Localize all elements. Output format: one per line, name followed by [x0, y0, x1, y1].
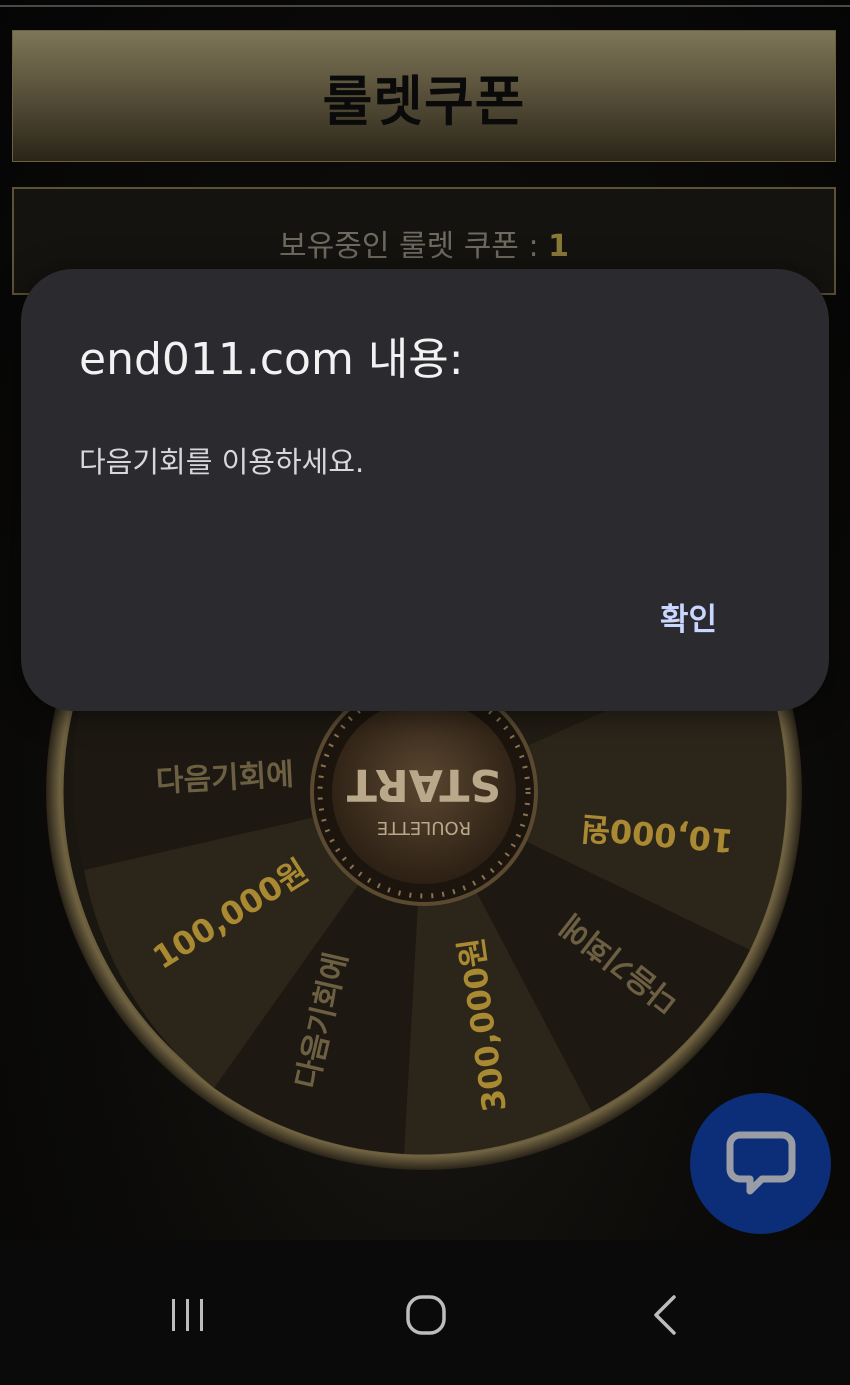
- roulette-page: 룰렛쿠폰 보유중인 룰렛 쿠폰 : 1 다음기회에 10,000원 다음기회에 …: [0, 0, 850, 1385]
- dialog-message: 다음기회를 이용하세요.: [79, 445, 365, 479]
- home-button[interactable]: [381, 1280, 471, 1350]
- recent-apps-icon: [172, 1299, 203, 1331]
- coupon-count-label: 보유중인 룰렛 쿠폰 :: [279, 229, 549, 264]
- coupon-count-value: 1: [548, 229, 569, 264]
- chat-bubble-icon: [726, 1131, 795, 1194]
- coupon-count-text: 보유중인 룰렛 쿠폰 : 1: [14, 221, 834, 265]
- alert-dialog: end011.com 내용: 다음기회를 이용하세요. 확인: [21, 269, 829, 711]
- wheel-roulette-label: ROULETTE: [377, 817, 471, 838]
- system-navigation-bar: [0, 1240, 850, 1385]
- back-button[interactable]: [620, 1280, 710, 1350]
- wheel-roulette-text: ROULETTE: [377, 817, 471, 838]
- recent-apps-button[interactable]: [143, 1280, 233, 1350]
- dialog-title: end011.com 내용:: [79, 334, 464, 385]
- page-title: 룰렛쿠폰: [322, 69, 526, 133]
- chat-button[interactable]: [690, 1093, 831, 1234]
- back-icon: [654, 1295, 676, 1335]
- segment-label-0: 다음기회에: [155, 757, 295, 799]
- home-icon: [406, 1295, 446, 1335]
- ok-button[interactable]: 확인: [660, 594, 717, 639]
- wheel-start-label[interactable]: START: [347, 759, 501, 810]
- wheel-start-text: START: [347, 759, 501, 810]
- top-divider: [0, 5, 850, 7]
- segment-label-next-chance-left: 다음기회에: [155, 757, 295, 799]
- title-banner: 룰렛쿠폰: [12, 30, 836, 162]
